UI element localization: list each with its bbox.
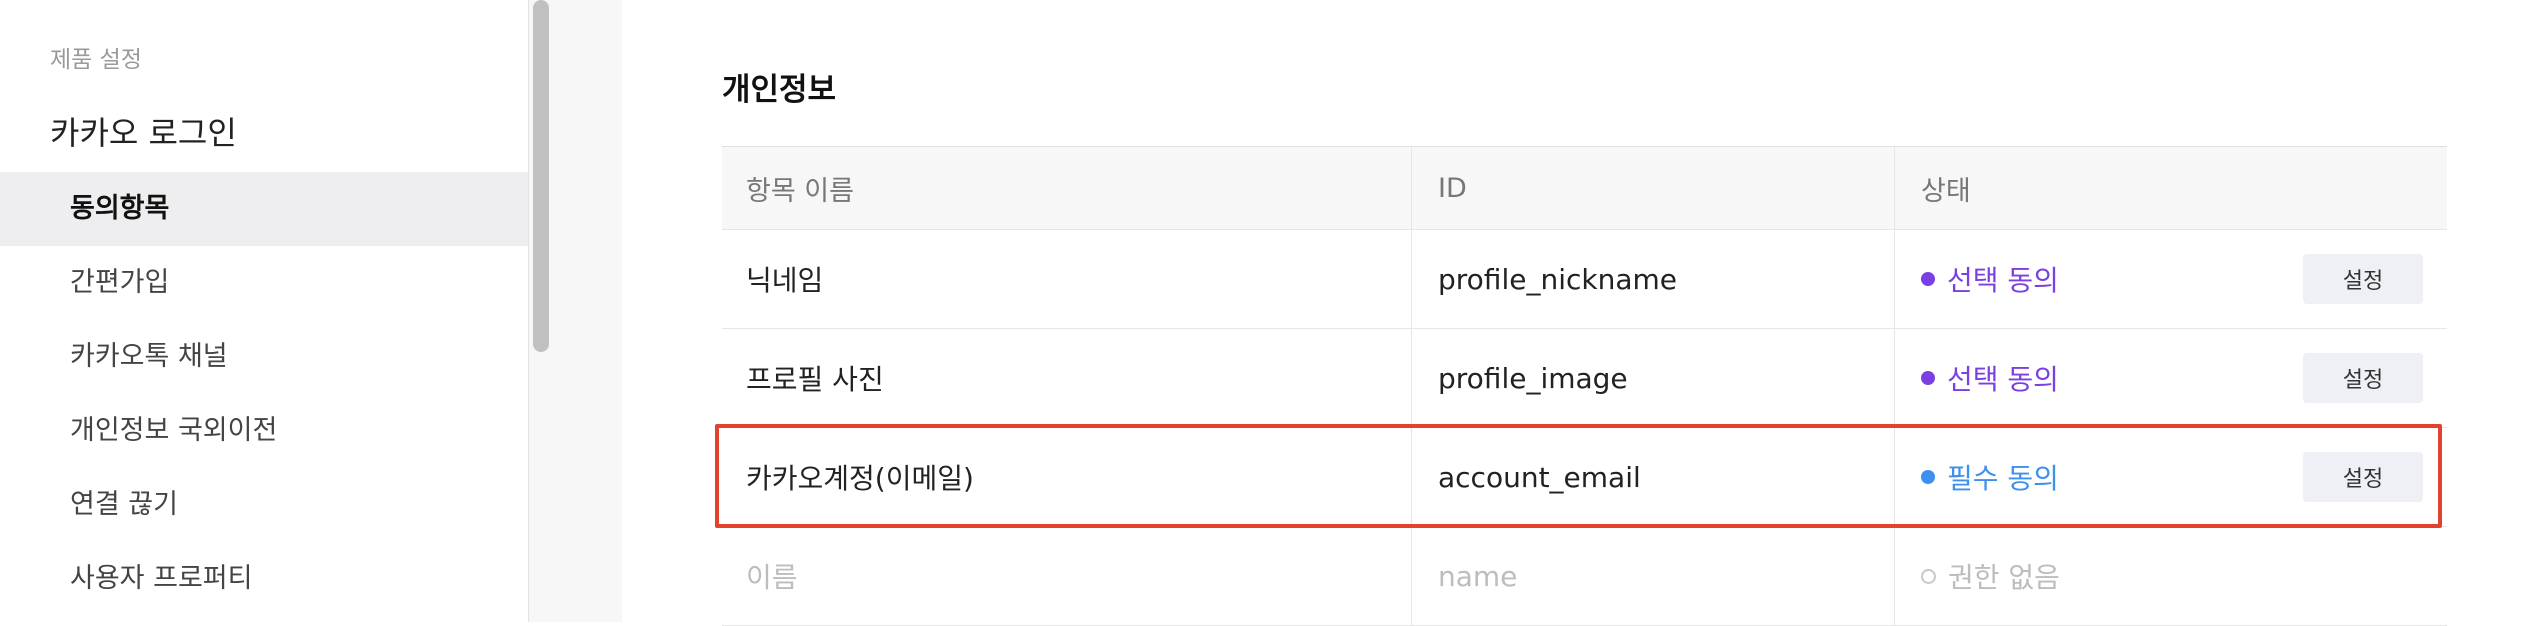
table-row: 이름 name 권한 없음 <box>722 527 2447 626</box>
sidebar-item-unlink[interactable]: 연결 끊기 <box>0 468 528 542</box>
row-status-cell: 권한 없음 <box>1895 527 2447 625</box>
status-dot-icon <box>1921 568 1936 584</box>
status-text: 권한 없음 <box>1948 561 2060 594</box>
row-id: profile_nickname <box>1412 230 1895 328</box>
row-name: 닉네임 <box>722 230 1412 328</box>
row-id: name <box>1412 527 1895 625</box>
sidebar-item-consent-items[interactable]: 동의항목 <box>0 172 528 246</box>
sidebar-section-label: 제품 설정 <box>50 47 142 73</box>
setting-button-account-email[interactable]: 설정 <box>2303 452 2423 502</box>
table-row: 프로필 사진 profile_image 선택 동의 설정 <box>722 329 2447 428</box>
row-status-cell: 선택 동의 설정 <box>1895 230 2447 328</box>
status-dot-icon <box>1921 371 1935 385</box>
sidebar-item-overseas-transfer[interactable]: 개인정보 국외이전 <box>0 394 528 468</box>
status-text: 필수 동의 <box>1947 462 2059 495</box>
consent-table: 항목 이름 ID 상태 닉네임 profile_nickname 선택 동의 설… <box>722 146 2447 626</box>
status-text: 선택 동의 <box>1947 363 2059 396</box>
sidebar: 제품 설정 카카오 로그인 동의항목 간편가입 카카오톡 채널 개인정보 국외이… <box>0 0 529 622</box>
sidebar-item-simple-signup[interactable]: 간편가입 <box>0 246 528 320</box>
row-name: 카카오계정(이메일) <box>722 428 1412 526</box>
table-header-row: 항목 이름 ID 상태 <box>722 147 2447 230</box>
table-row: 카카오계정(이메일) account_email 필수 동의 설정 <box>722 428 2447 527</box>
row-id: account_email <box>1412 428 1895 526</box>
setting-button-nickname[interactable]: 설정 <box>2303 254 2423 304</box>
status-badge: 권한 없음 <box>1921 556 2060 596</box>
header-status: 상태 <box>1921 175 1971 207</box>
setting-button-profile-image[interactable]: 설정 <box>2303 353 2423 403</box>
row-status-cell: 필수 동의 설정 <box>1895 428 2447 526</box>
row-status-cell: 선택 동의 설정 <box>1895 329 2447 427</box>
row-name: 프로필 사진 <box>722 329 1412 427</box>
row-id: profile_image <box>1412 329 1895 427</box>
sidebar-item-kakaotalk-channel[interactable]: 카카오톡 채널 <box>0 320 528 394</box>
page-title: 개인정보 <box>722 72 837 108</box>
status-badge: 필수 동의 <box>1921 457 2059 497</box>
table-row: 닉네임 profile_nickname 선택 동의 설정 <box>722 230 2447 329</box>
status-dot-icon <box>1921 470 1935 484</box>
header-id: ID <box>1412 147 1895 229</box>
sidebar-scrollbar[interactable] <box>533 0 549 352</box>
status-badge: 선택 동의 <box>1921 358 2059 398</box>
sidebar-title[interactable]: 카카오 로그인 <box>50 108 237 154</box>
status-text: 선택 동의 <box>1947 264 2059 297</box>
sidebar-item-user-properties[interactable]: 사용자 프로퍼티 <box>0 542 528 616</box>
header-name: 항목 이름 <box>722 147 1412 229</box>
status-badge: 선택 동의 <box>1921 259 2059 299</box>
row-name: 이름 <box>722 527 1412 625</box>
status-dot-icon <box>1921 272 1935 286</box>
